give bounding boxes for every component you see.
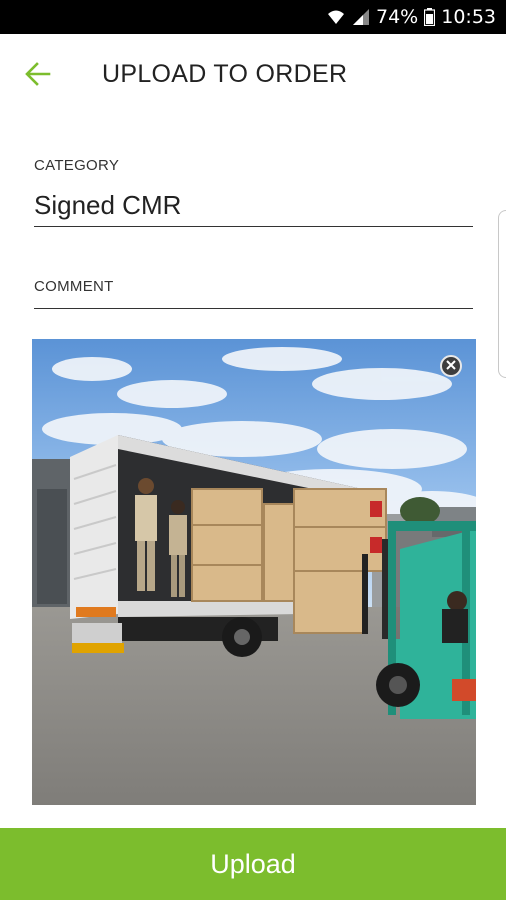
- upload-button[interactable]: Upload: [0, 828, 506, 900]
- signal-icon: [352, 8, 370, 26]
- wifi-icon: [326, 8, 346, 26]
- battery-level: 74%: [376, 6, 419, 28]
- status-bar: 74% 10:53: [0, 0, 506, 34]
- comment-underline: [34, 308, 473, 309]
- back-button[interactable]: [18, 56, 58, 96]
- page-title: UPLOAD TO ORDER: [102, 60, 348, 88]
- category-field[interactable]: Signed CMR: [34, 190, 181, 221]
- arrow-left-icon: [25, 61, 51, 91]
- remove-photo-button[interactable]: [440, 355, 462, 377]
- close-icon: [446, 357, 456, 375]
- photo-thumbnail: [32, 339, 476, 805]
- comment-field[interactable]: [34, 282, 473, 308]
- app-bar: UPLOAD TO ORDER: [0, 34, 506, 114]
- category-label: CATEGORY: [34, 157, 120, 174]
- battery-icon: [424, 8, 436, 26]
- clock: 10:53: [441, 6, 496, 28]
- category-underline: [34, 226, 473, 227]
- edge-panel-handle[interactable]: [498, 210, 506, 378]
